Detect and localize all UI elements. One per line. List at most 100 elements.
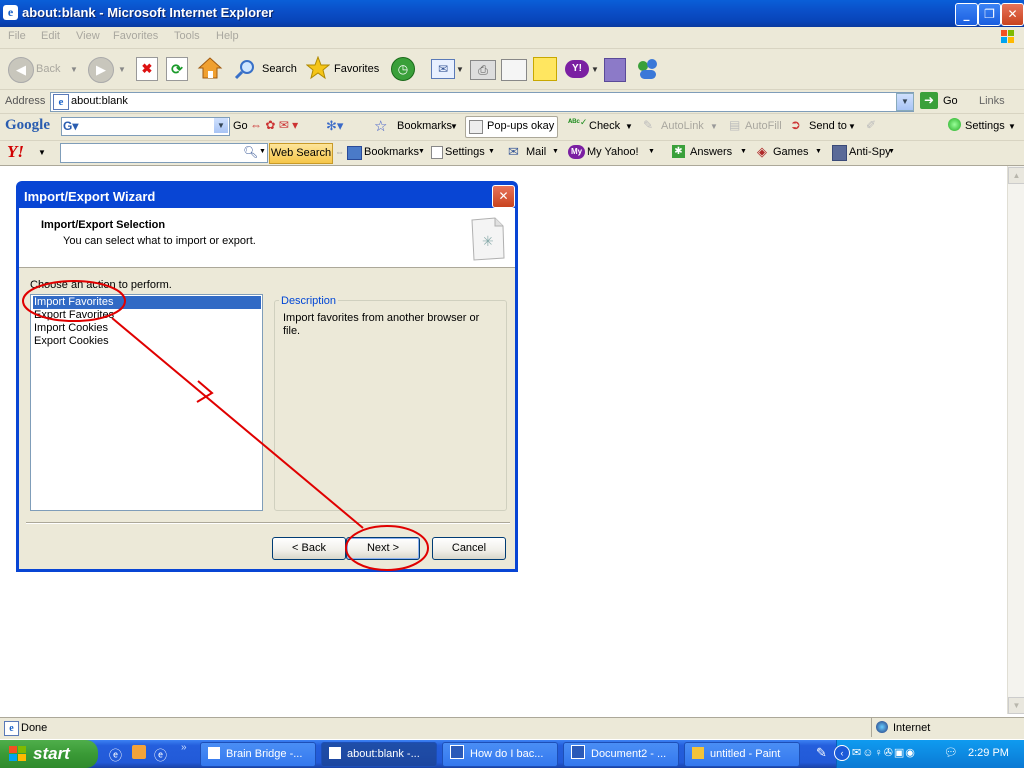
tray-pen-icon[interactable]: ✎ — [816, 745, 827, 761]
yahoo-messenger-icon[interactable]: Y! — [565, 60, 589, 78]
menu-tools[interactable]: Tools — [174, 30, 200, 42]
list-item-import-favorites[interactable]: Import Favorites — [33, 296, 261, 309]
quicklaunch-icon-3[interactable]: ⓔ — [154, 745, 167, 764]
research-icon[interactable] — [604, 58, 626, 82]
yahoo-bookmarks-dropdown-icon[interactable]: ▼ — [418, 148, 425, 155]
check-dropdown-icon[interactable]: ▼ — [625, 122, 633, 131]
minimize-button[interactable]: _ — [955, 3, 978, 26]
menu-view[interactable]: View — [76, 30, 100, 42]
games-dropdown-icon[interactable]: ▼ — [815, 148, 822, 155]
anti-spy-dropdown-icon[interactable]: ▼ — [888, 148, 895, 155]
yahoo-settings-dropdown-icon[interactable]: ▼ — [488, 148, 495, 155]
autofill-button[interactable]: AutoFill — [745, 120, 782, 132]
tray-icons[interactable]: ✉☺♀✇▣◉ — [852, 746, 940, 760]
yahoo-dropdown-icon[interactable]: ▼ — [591, 65, 599, 74]
stop-icon[interactable]: ✖ — [136, 57, 158, 81]
yahoo-answers[interactable]: Answers — [690, 146, 732, 158]
back-label[interactable]: Back — [36, 63, 60, 75]
next-button[interactable]: Next > — [346, 537, 420, 560]
links-label[interactable]: Links — [979, 95, 1005, 107]
google-tool-icons[interactable]: ⇔ ✿ ✉ ▾ — [250, 118, 310, 134]
mail-dropdown-icon[interactable]: ▼ — [456, 65, 464, 74]
back-arrow-icon[interactable]: ◀ — [8, 57, 34, 83]
google-logo[interactable]: Google — [5, 117, 50, 134]
go-arrow-icon[interactable]: ➜ — [920, 92, 938, 109]
scroll-up-icon[interactable]: ▲ — [1008, 167, 1024, 184]
close-button[interactable]: ✕ — [1001, 3, 1024, 26]
scroll-down-icon[interactable]: ▼ — [1008, 697, 1024, 714]
yahoo-search-icon[interactable]: 🔍︎ — [243, 145, 258, 159]
web-search-button[interactable]: Web Search — [269, 143, 333, 164]
task-brain-bridge[interactable]: Brain Bridge -... — [200, 742, 316, 767]
settings-dropdown-icon[interactable]: ▼ — [1008, 122, 1016, 131]
menu-file[interactable]: File — [8, 30, 26, 42]
yahoo-mail-dropdown-icon[interactable]: ▼ — [552, 148, 559, 155]
search-label[interactable]: Search — [262, 63, 297, 75]
my-yahoo[interactable]: My Yahoo! — [587, 146, 639, 158]
popups-okay-button[interactable]: Pop-ups okay — [465, 116, 558, 138]
google-dropdown-icon[interactable]: ▼ — [214, 118, 228, 133]
google-search-field[interactable]: G▾ ▼ — [61, 117, 230, 136]
dialog-close-button[interactable]: ✕ — [492, 185, 515, 208]
google-g-icon[interactable]: G▾ — [63, 119, 83, 133]
print-icon[interactable]: ⎙ — [470, 60, 496, 80]
notes-icon[interactable] — [533, 57, 557, 81]
yahoo-games[interactable]: Games — [773, 146, 808, 158]
tray-chat-icon[interactable]: 💬︎ — [944, 746, 958, 759]
edit-icon[interactable] — [501, 59, 527, 81]
title-bar[interactable]: e about:blank - Microsoft Internet Explo… — [0, 0, 1024, 27]
google-go-button[interactable]: Go — [233, 120, 248, 132]
address-dropdown-icon[interactable]: ▼ — [896, 93, 914, 111]
address-field[interactable]: e about:blank ▼ — [50, 92, 914, 112]
favorites-star-icon[interactable] — [306, 56, 330, 80]
check-button[interactable]: Check — [589, 120, 620, 132]
list-item-export-cookies[interactable]: Export Cookies — [33, 335, 261, 348]
task-how-do-i[interactable]: How do I bac... — [442, 742, 558, 767]
yahoo-mail[interactable]: Mail — [526, 146, 546, 158]
messenger-icon[interactable] — [636, 57, 660, 81]
quicklaunch-icon-2[interactable] — [132, 745, 146, 759]
home-icon[interactable] — [197, 56, 223, 80]
search-button[interactable] — [230, 56, 266, 82]
google-settings-button[interactable]: Settings — [965, 120, 1005, 132]
tray-expand-icon[interactable]: ‹ — [834, 745, 850, 761]
task-about-blank[interactable]: about:blank -... — [321, 742, 437, 767]
news-icon[interactable]: ✻▾ — [326, 118, 356, 134]
menu-help[interactable]: Help — [216, 30, 239, 42]
quicklaunch-expand-icon[interactable]: » — [181, 742, 187, 753]
back-button[interactable]: < Back — [272, 537, 346, 560]
answers-dropdown-icon[interactable]: ▼ — [740, 148, 747, 155]
yahoo-search-field[interactable]: 🔍︎ ▼ — [60, 143, 268, 163]
yahoo-bookmarks[interactable]: Bookmarks — [364, 146, 419, 158]
bookmarks-dropdown-icon[interactable]: ▼ — [450, 122, 458, 131]
quicklaunch-ie-icon[interactable]: ⓔ — [109, 745, 122, 764]
yahoo-logo-dropdown-icon[interactable]: ▼ — [38, 148, 46, 157]
address-value[interactable]: about:blank — [71, 95, 128, 107]
favorites-label[interactable]: Favorites — [334, 63, 379, 75]
start-button[interactable]: start — [0, 740, 98, 768]
menu-favorites[interactable]: Favorites — [113, 30, 158, 42]
list-item-import-cookies[interactable]: Import Cookies — [33, 322, 261, 335]
google-bookmarks[interactable]: Bookmarks — [397, 120, 452, 132]
cancel-button[interactable]: Cancel — [432, 537, 506, 560]
mail-icon[interactable]: ✉ — [431, 59, 455, 79]
refresh-icon[interactable]: ⟳ — [166, 57, 188, 81]
forward-arrow-icon[interactable]: ▶ — [88, 57, 114, 83]
yahoo-search-dropdown-icon[interactable]: ▼ — [259, 148, 266, 155]
clock[interactable]: 2:29 PM — [968, 747, 1009, 759]
yahoo-logo-icon[interactable]: Y! — [7, 143, 24, 161]
send-to-button[interactable]: Send to — [809, 120, 847, 132]
my-yahoo-dropdown-icon[interactable]: ▼ — [648, 148, 655, 155]
highlighter-icon[interactable]: ✐ — [866, 118, 876, 132]
task-paint[interactable]: untitled - Paint — [684, 742, 800, 767]
autolink-button[interactable]: AutoLink — [661, 120, 704, 132]
list-item-export-favorites[interactable]: Export Favorites — [33, 309, 261, 322]
menu-edit[interactable]: Edit — [41, 30, 60, 42]
yahoo-anti-spy[interactable]: Anti-Spy — [849, 146, 891, 158]
go-label[interactable]: Go — [943, 95, 958, 107]
vertical-scrollbar[interactable] — [1007, 166, 1024, 714]
maximize-button[interactable]: ❐ — [978, 3, 1001, 26]
yahoo-settings[interactable]: Settings — [445, 146, 485, 158]
send-to-dropdown-icon[interactable]: ▼ — [848, 122, 856, 131]
task-document2[interactable]: Document2 - ... — [563, 742, 679, 767]
